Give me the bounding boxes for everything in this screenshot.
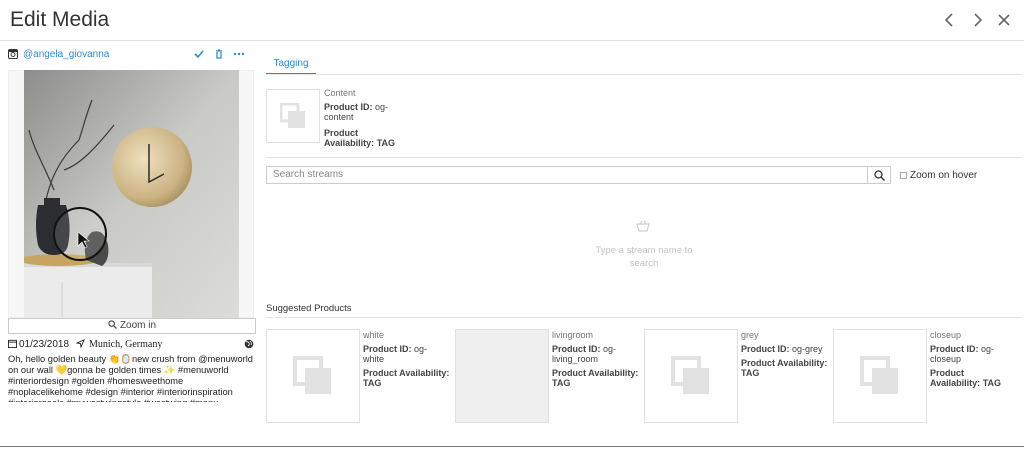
media-panel: @angela_giovanna Zoom in 01/23/2018 Muni… [0,41,262,441]
media-meta: 01/23/2018 Munich, Germany [8,339,256,351]
suggested-product-label: livingroom [552,330,594,340]
more-icon [233,52,245,56]
content-divider [266,157,1022,158]
more-options-button[interactable] [233,49,245,61]
modal-header: Edit Media [0,0,1024,41]
tab-divider [266,74,1022,75]
image-placeholder-icon [860,356,898,394]
suggested-product-availability: Product Availability: TAG [552,368,639,388]
zoom-on-hover-checkbox[interactable] [900,172,907,179]
media-source-row: @angela_giovanna [8,49,248,63]
suggested-divider [266,317,1022,318]
post-caption: Oh, hello golden beauty 👏🪞new crush from… [8,354,253,402]
suggested-product-label: closeup [930,330,962,340]
content-product-id: Product ID: og-content [324,102,389,122]
suggested-product-id: Product ID: og-closeup [930,344,995,364]
suggested-product-availability: Product Availability: TAG [363,368,450,388]
search-button[interactable] [867,166,891,184]
trash-icon [216,49,222,59]
close-icon [998,14,1010,26]
post-date: 01/23/2018 [8,339,69,350]
location-arrow-icon [75,339,85,349]
calendar-icon [8,339,17,348]
suggested-product-thumbnail[interactable] [644,329,738,423]
approve-button[interactable] [193,49,205,61]
post-location: Munich, Germany [75,339,163,350]
tab-tagging[interactable]: Tagging [266,57,316,75]
media-image[interactable] [24,70,239,318]
zoom-on-hover-label[interactable]: Zoom on hover [910,170,977,181]
suggested-product-id: Product ID: og-grey [741,344,823,354]
modal-bottom-border [0,446,1024,447]
basket-icon [636,220,650,232]
search-icon [108,320,117,329]
search-empty-state: Type a stream name to search [595,245,693,269]
close-button[interactable] [994,10,1014,30]
zoom-in-button[interactable]: Zoom in [8,318,256,334]
scroll-fade [1014,320,1024,420]
suggested-product-thumbnail[interactable] [266,329,360,423]
chevron-right-icon [974,13,983,27]
suggested-product-thumbnail[interactable] [455,329,549,423]
suggested-product-thumbnail[interactable] [833,329,927,423]
suggested-product-label: grey [741,330,759,340]
instagram-icon [8,49,18,59]
suggested-product-id: Product ID: og-living_room [552,344,617,364]
content-product-thumbnail [266,89,320,143]
suggested-products-title: Suggested Products [266,303,352,314]
delete-button[interactable] [213,49,225,61]
next-button[interactable] [967,10,987,30]
globe-icon[interactable] [244,339,254,349]
search-icon [874,170,885,181]
suggested-product-id: Product ID: og-white [363,344,428,364]
image-placeholder-icon [293,356,331,394]
prev-button[interactable] [940,10,960,30]
stream-search-input[interactable]: Search streams [266,166,868,184]
check-icon [194,50,204,59]
author-handle-link[interactable]: @angela_giovanna [23,49,109,61]
content-product-label: Content [324,88,356,98]
post-date-text: 01/23/2018 [19,339,70,350]
image-placeholder-icon [671,356,709,394]
image-placeholder-icon [280,103,305,128]
content-product-availability: Product Availability: TAG [324,128,396,148]
post-location-text: Munich, Germany [89,339,163,350]
suggested-product-availability: Product Availability: TAG [930,368,1002,388]
chevron-left-icon [944,13,953,27]
suggested-product-label: white [363,330,385,340]
zoom-in-label: Zoom in [119,320,157,331]
suggested-product-availability: Product Availability: TAG [741,358,828,378]
modal-title: Edit Media [10,8,110,31]
